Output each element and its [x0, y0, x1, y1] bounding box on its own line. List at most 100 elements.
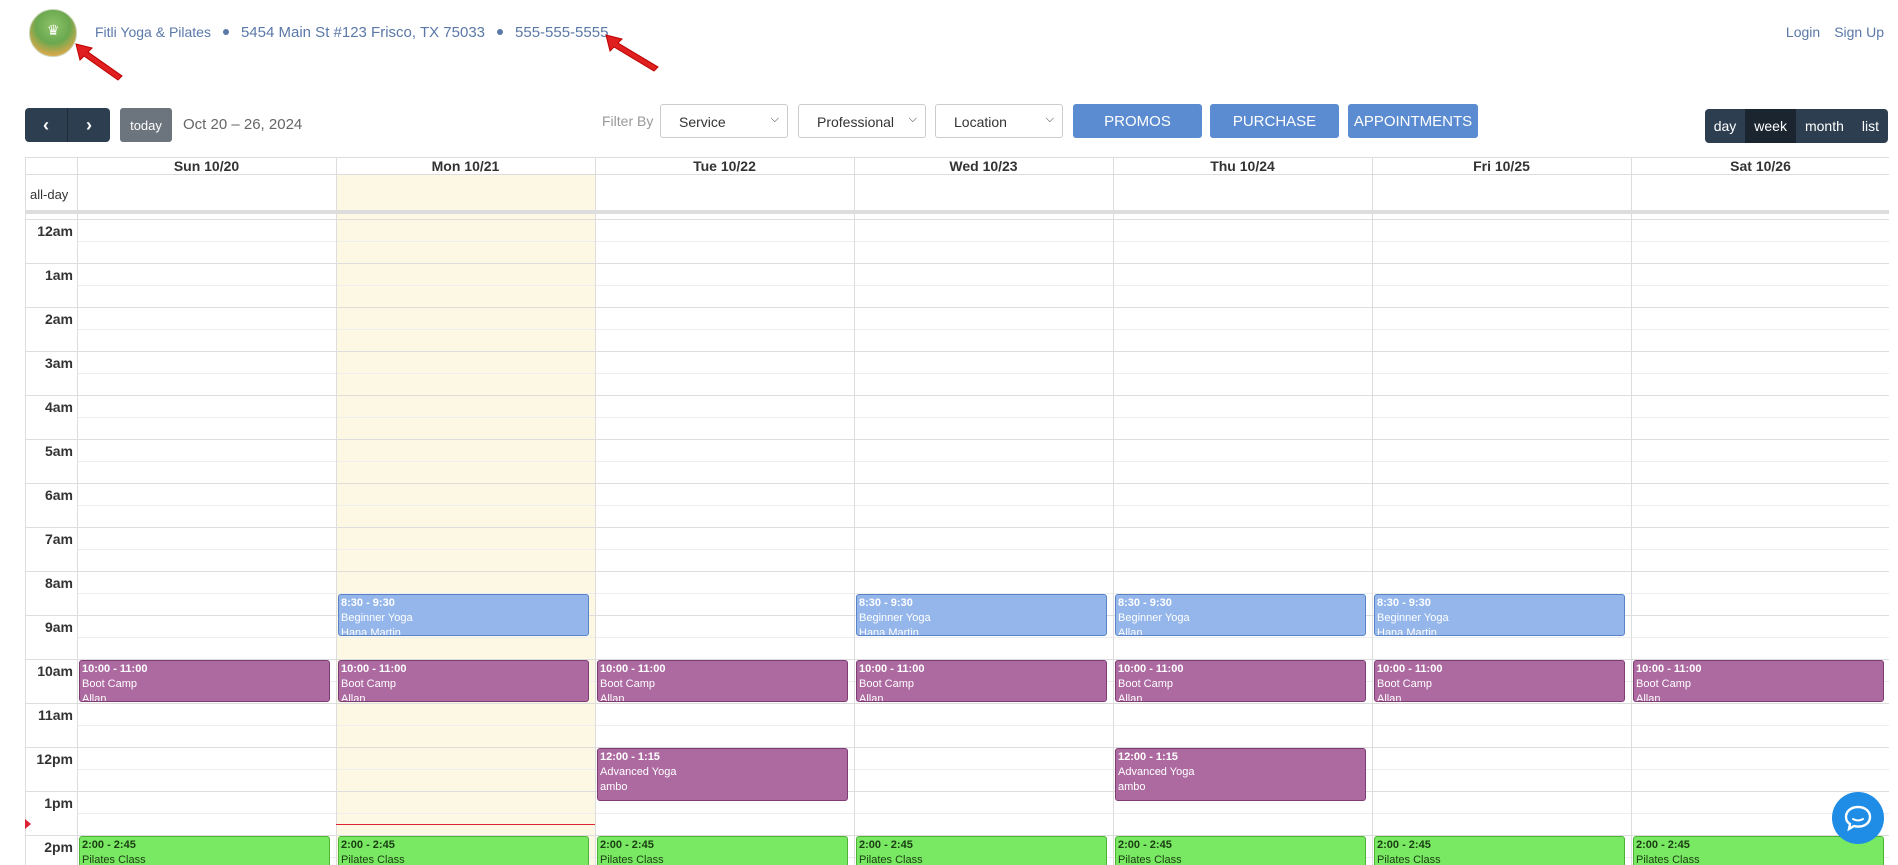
chat-bubble-icon: [1844, 805, 1872, 832]
half-hour-line: [77, 637, 1889, 638]
date-nav: ‹ ›: [25, 108, 110, 142]
hour-line: [25, 703, 1889, 704]
purchase-button[interactable]: PURCHASE: [1210, 104, 1339, 138]
event-instructor: Hana Martin: [341, 627, 401, 636]
event-time: 2:00 - 2:45: [600, 839, 654, 851]
hour-line: [25, 263, 1889, 264]
day-header[interactable]: Thu 10/24: [1113, 158, 1372, 175]
location-select[interactable]: Location ⌵: [935, 104, 1063, 138]
day-header[interactable]: Mon 10/21: [336, 158, 595, 175]
event-title: Beginner Yoga: [1118, 612, 1190, 624]
column-line: [336, 157, 337, 865]
hour-label: 11am: [37, 707, 73, 723]
hour-line: [25, 527, 1889, 528]
professional-select[interactable]: Professional ⌵: [798, 104, 926, 138]
view-list-button[interactable]: list: [1853, 109, 1888, 143]
hour-label: 5am: [44, 443, 73, 459]
calendar-event[interactable]: 2:00 - 2:45 Pilates Class: [1374, 836, 1625, 865]
day-header[interactable]: Fri 10/25: [1372, 158, 1631, 175]
next-button[interactable]: ›: [68, 108, 110, 142]
event-instructor: Allan: [1118, 693, 1143, 702]
event-title: Beginner Yoga: [341, 612, 413, 624]
event-time: 12:00 - 1:15: [600, 751, 660, 763]
event-time: 10:00 - 11:00: [82, 663, 148, 675]
event-time: 10:00 - 11:00: [1118, 663, 1184, 675]
calendar-event[interactable]: 2:00 - 2:45 Pilates Class: [79, 836, 330, 865]
half-hour-line: [77, 549, 1889, 550]
event-time: 2:00 - 2:45: [859, 839, 913, 851]
half-hour-line: [77, 725, 1889, 726]
calendar-event[interactable]: 10:00 - 11:00 Boot Camp Allan: [856, 660, 1107, 702]
calendar-event[interactable]: 10:00 - 11:00 Boot Camp Allan: [1115, 660, 1366, 702]
half-hour-line: [77, 505, 1889, 506]
half-hour-line: [77, 373, 1889, 374]
event-time: 8:30 - 9:30: [859, 597, 913, 609]
hour-label: 9am: [44, 619, 73, 635]
event-title: Boot Camp: [1636, 678, 1692, 690]
event-instructor: Allan: [1377, 693, 1402, 702]
view-day-button[interactable]: day: [1705, 109, 1746, 143]
prev-button[interactable]: ‹: [25, 108, 68, 142]
event-title: Pilates Class: [341, 854, 405, 865]
calendar-event[interactable]: 10:00 - 11:00 Boot Camp Allan: [597, 660, 848, 702]
lotus-logo[interactable]: ♛: [29, 9, 77, 57]
event-title: Pilates Class: [1118, 854, 1182, 865]
event-instructor: ambo: [600, 781, 628, 793]
event-title: Boot Camp: [859, 678, 915, 690]
event-instructor: Allan: [341, 693, 366, 702]
day-header[interactable]: Wed 10/23: [854, 158, 1113, 175]
column-line: [1113, 157, 1114, 865]
half-hour-line: [77, 769, 1889, 770]
service-select-value: Service: [679, 114, 726, 130]
event-title: Pilates Class: [600, 854, 664, 865]
chevron-down-icon: ⌵: [1045, 113, 1054, 125]
separator-dot: [222, 29, 229, 36]
event-time: 10:00 - 11:00: [1377, 663, 1443, 675]
event-title: Boot Camp: [600, 678, 656, 690]
service-select[interactable]: Service ⌵: [660, 104, 788, 138]
chat-button[interactable]: [1832, 792, 1884, 844]
view-month-button[interactable]: month: [1796, 109, 1853, 143]
hour-line: [25, 439, 1889, 440]
calendar-event[interactable]: 8:30 - 9:30 Beginner Yoga Hana Martin: [856, 594, 1107, 636]
today-column-highlight: [336, 175, 595, 865]
calendar-event[interactable]: 10:00 - 11:00 Boot Camp Allan: [1633, 660, 1884, 702]
hour-label: 1am: [44, 267, 73, 283]
view-week-button[interactable]: week: [1745, 109, 1796, 143]
event-time: 10:00 - 11:00: [600, 663, 666, 675]
calendar-event[interactable]: 12:00 - 1:15 Advanced Yoga ambo: [597, 748, 848, 801]
event-title: Boot Camp: [82, 678, 138, 690]
day-header[interactable]: Tue 10/22: [595, 158, 854, 175]
calendar-event[interactable]: 10:00 - 11:00 Boot Camp Allan: [79, 660, 330, 702]
login-link[interactable]: Login: [1786, 24, 1820, 40]
business-name[interactable]: Fitli Yoga & Pilates: [95, 24, 211, 40]
calendar-event[interactable]: 10:00 - 11:00 Boot Camp Allan: [1374, 660, 1625, 702]
column-line: [595, 157, 596, 865]
business-phone[interactable]: 555-555-5555: [515, 24, 608, 41]
calendar-event[interactable]: 2:00 - 2:45 Pilates Class: [856, 836, 1107, 865]
signup-link[interactable]: Sign Up: [1834, 24, 1884, 40]
day-header[interactable]: Sun 10/20: [77, 158, 336, 175]
hour-line: [25, 351, 1889, 352]
business-address[interactable]: 5454 Main St #123 Frisco, TX 75033: [241, 24, 485, 41]
calendar-event[interactable]: 2:00 - 2:45 Pilates Class: [338, 836, 589, 865]
half-hour-line: [77, 461, 1889, 462]
calendar-event[interactable]: 10:00 - 11:00 Boot Camp Allan: [338, 660, 589, 702]
filter-label: Filter By: [602, 113, 654, 129]
event-title: Beginner Yoga: [1377, 612, 1449, 624]
promos-button[interactable]: PROMOS: [1073, 104, 1202, 138]
calendar-event[interactable]: 8:30 - 9:30 Beginner Yoga Allan: [1115, 594, 1366, 636]
calendar-event[interactable]: 8:30 - 9:30 Beginner Yoga Hana Martin: [1374, 594, 1625, 636]
appointments-button[interactable]: APPOINTMENTS: [1348, 104, 1478, 138]
column-line: [1372, 157, 1373, 865]
calendar-event[interactable]: 2:00 - 2:45 Pilates Class: [597, 836, 848, 865]
date-range: Oct 20 – 26, 2024: [183, 116, 303, 133]
event-instructor: Allan: [82, 693, 107, 702]
chevron-left-icon: ‹: [43, 114, 49, 135]
event-instructor: Allan: [859, 693, 884, 702]
today-button[interactable]: today: [120, 108, 172, 142]
calendar-event[interactable]: 12:00 - 1:15 Advanced Yoga ambo: [1115, 748, 1366, 801]
calendar-event[interactable]: 8:30 - 9:30 Beginner Yoga Hana Martin: [338, 594, 589, 636]
calendar-event[interactable]: 2:00 - 2:45 Pilates Class: [1115, 836, 1366, 865]
day-header[interactable]: Sat 10/26: [1631, 158, 1889, 175]
